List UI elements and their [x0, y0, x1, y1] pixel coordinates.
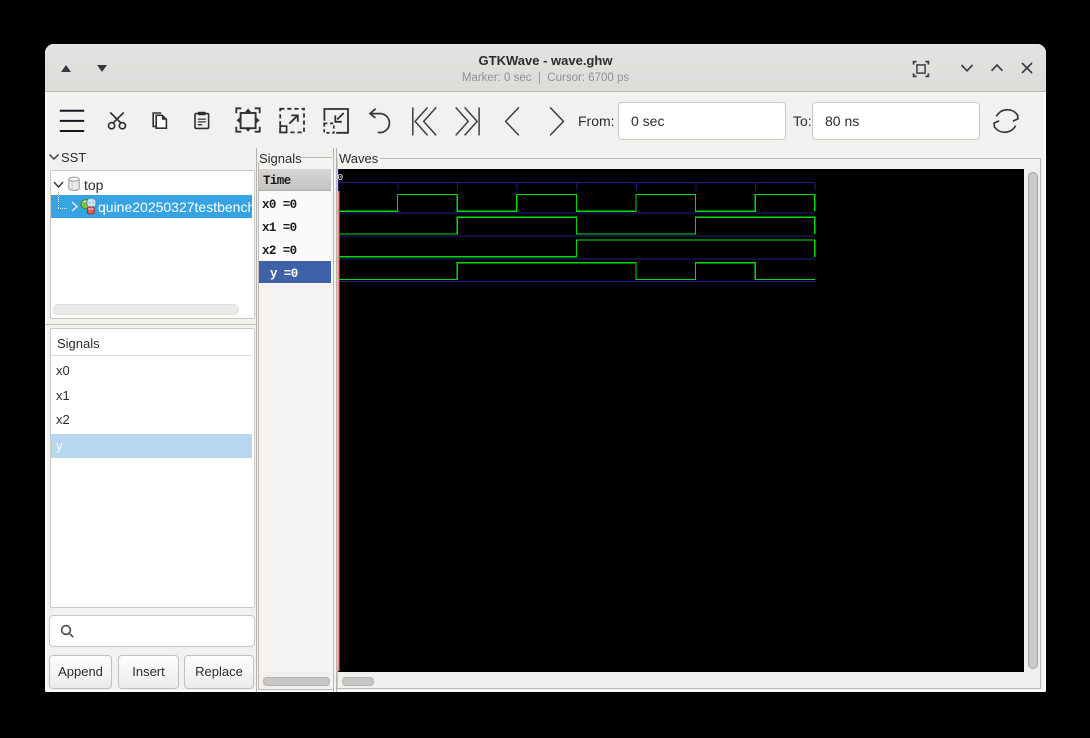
svg-text:0: 0: [338, 172, 344, 183]
